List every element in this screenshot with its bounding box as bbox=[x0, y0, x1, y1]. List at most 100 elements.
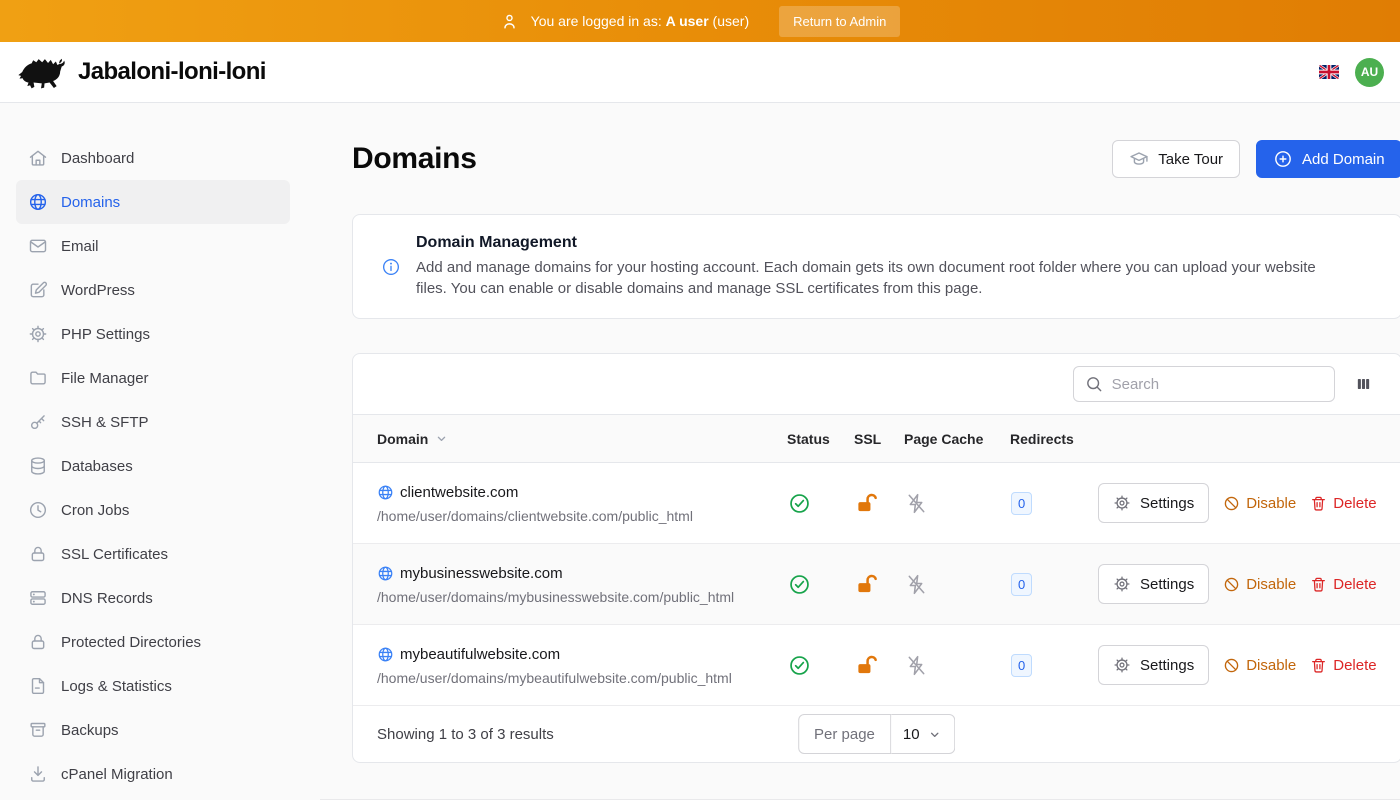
columns-icon bbox=[1355, 376, 1372, 392]
sidebar-item-file-manager[interactable]: File Manager bbox=[16, 356, 290, 400]
per-page-label: Per page bbox=[798, 714, 891, 754]
sidebar-item-label: Backups bbox=[61, 722, 119, 739]
disable-button[interactable]: Disable bbox=[1223, 495, 1296, 512]
ban-icon bbox=[1223, 657, 1240, 674]
domain-document-root: /home/user/domains/mybusinesswebsite.com… bbox=[377, 590, 787, 604]
plus-circle-icon bbox=[1273, 149, 1293, 169]
page-title: Domains bbox=[352, 142, 477, 176]
search-icon bbox=[1084, 374, 1104, 394]
gear-icon bbox=[28, 324, 48, 344]
ssl-unlocked-icon bbox=[855, 654, 879, 677]
sidebar-item-logs-statistics[interactable]: Logs & Statistics bbox=[16, 664, 290, 708]
search-input[interactable] bbox=[1073, 366, 1335, 402]
banner-user-role: (user) bbox=[713, 13, 750, 29]
sidebar-item-wordpress[interactable]: WordPress bbox=[16, 268, 290, 312]
domain-name: mybusinesswebsite.com bbox=[400, 566, 563, 581]
disable-button[interactable]: Disable bbox=[1223, 576, 1296, 593]
sidebar-item-php-settings[interactable]: PHP Settings bbox=[16, 312, 290, 356]
table-footer: Showing 1 to 3 of 3 results Per page 10 bbox=[353, 706, 1400, 762]
brand-title: Jabaloni-loni-loni bbox=[78, 58, 266, 86]
ssl-unlocked-icon bbox=[855, 573, 879, 596]
table-header-row: Domain Status SSL Page Cache Redirects bbox=[353, 414, 1400, 463]
results-summary: Showing 1 to 3 of 3 results bbox=[377, 726, 554, 743]
redirects-count-badge: 0 bbox=[1011, 654, 1032, 677]
return-to-admin-button[interactable]: Return to Admin bbox=[779, 6, 900, 37]
delete-button[interactable]: Delete bbox=[1310, 576, 1376, 593]
edit-icon bbox=[28, 280, 48, 300]
redirects-count-badge: 0 bbox=[1011, 573, 1032, 596]
sidebar-item-backups[interactable]: Backups bbox=[16, 708, 290, 752]
sidebar-item-label: SSL Certificates bbox=[61, 546, 168, 563]
sidebar-item-label: DNS Records bbox=[61, 590, 153, 607]
delete-button[interactable]: Delete bbox=[1310, 657, 1376, 674]
domains-table-card: Domain Status SSL Page Cache Redirects c… bbox=[352, 353, 1400, 763]
domain-globe-icon bbox=[377, 484, 394, 501]
sidebar-item-dashboard[interactable]: Dashboard bbox=[16, 136, 290, 180]
info-box: Domain Management Add and manage domains… bbox=[352, 214, 1400, 319]
sidebar-item-label: File Manager bbox=[61, 370, 149, 387]
sidebar-item-label: Logs & Statistics bbox=[61, 678, 172, 695]
server-icon bbox=[28, 588, 48, 608]
sidebar-item-label: PHP Settings bbox=[61, 326, 150, 343]
brand: Jabaloni-loni-loni bbox=[16, 53, 266, 91]
sidebar-item-label: Databases bbox=[61, 458, 133, 475]
sidebar-item-label: Dashboard bbox=[61, 150, 134, 167]
trash-icon bbox=[1310, 495, 1327, 512]
sidebar-item-email[interactable]: Email bbox=[16, 224, 290, 268]
sidebar-item-label: WordPress bbox=[61, 282, 135, 299]
key-icon bbox=[28, 412, 48, 432]
add-domain-label: Add Domain bbox=[1302, 151, 1385, 168]
sidebar-item-label: Email bbox=[61, 238, 99, 255]
archive-icon bbox=[28, 720, 48, 740]
sidebar-item-cron-jobs[interactable]: Cron Jobs bbox=[16, 488, 290, 532]
info-icon bbox=[381, 257, 401, 277]
globe-icon bbox=[28, 192, 48, 212]
column-header-domain[interactable]: Domain bbox=[377, 431, 787, 447]
sidebar-item-label: Cron Jobs bbox=[61, 502, 129, 519]
sort-chevron-icon bbox=[434, 431, 449, 446]
column-settings-button[interactable] bbox=[1353, 374, 1374, 394]
sidebar-item-protected-directories[interactable]: Protected Directories bbox=[16, 620, 290, 664]
status-enabled-icon bbox=[788, 654, 811, 677]
sidebar-item-ssl-certificates[interactable]: SSL Certificates bbox=[16, 532, 290, 576]
domain-globe-icon bbox=[377, 646, 394, 663]
ban-icon bbox=[1223, 576, 1240, 593]
sidebar-item-ssh-sftp[interactable]: SSH & SFTP bbox=[16, 400, 290, 444]
domain-name: mybeautifulwebsite.com bbox=[400, 647, 560, 662]
settings-button[interactable]: Settings bbox=[1098, 564, 1209, 604]
take-tour-button[interactable]: Take Tour bbox=[1112, 140, 1240, 178]
domain-globe-icon bbox=[377, 565, 394, 582]
sidebar-item-domains[interactable]: Domains bbox=[16, 180, 290, 224]
column-header-status: Status bbox=[787, 431, 854, 447]
delete-button[interactable]: Delete bbox=[1310, 495, 1376, 512]
user-avatar[interactable]: AU bbox=[1355, 58, 1384, 87]
gear-icon bbox=[1113, 575, 1131, 593]
boar-logo-icon bbox=[16, 53, 66, 91]
graduation-cap-icon bbox=[1129, 149, 1149, 169]
column-header-redirects: Redirects bbox=[1010, 431, 1098, 447]
language-flag-icon[interactable] bbox=[1319, 65, 1339, 79]
document-icon bbox=[28, 676, 48, 696]
database-icon bbox=[28, 456, 48, 476]
main-content: Domains Take Tour Add Domain bbox=[320, 103, 1400, 800]
home-icon bbox=[28, 148, 48, 168]
settings-button[interactable]: Settings bbox=[1098, 645, 1209, 685]
download-icon bbox=[28, 764, 48, 784]
redirects-count-badge: 0 bbox=[1011, 492, 1032, 515]
info-box-description: Add and manage domains for your hosting … bbox=[416, 257, 1341, 299]
app-header: Jabaloni-loni-loni AU bbox=[0, 42, 1400, 103]
gear-icon bbox=[1113, 656, 1131, 674]
add-domain-button[interactable]: Add Domain bbox=[1256, 140, 1400, 178]
sidebar-item-databases[interactable]: Databases bbox=[16, 444, 290, 488]
settings-button[interactable]: Settings bbox=[1098, 483, 1209, 523]
domain-row-mybeautifulwebsite-com: mybeautifulwebsite.com /home/user/domain… bbox=[353, 625, 1400, 706]
table-body: clientwebsite.com /home/user/domains/cli… bbox=[353, 463, 1400, 706]
disable-button[interactable]: Disable bbox=[1223, 657, 1296, 674]
sidebar-item-cpanel-migration[interactable]: cPanel Migration bbox=[16, 752, 290, 796]
status-enabled-icon bbox=[788, 492, 811, 515]
per-page-select[interactable]: 10 bbox=[891, 714, 956, 754]
clock-icon bbox=[28, 500, 48, 520]
sidebar-item-label: Domains bbox=[61, 194, 120, 211]
page-cache-off-icon bbox=[905, 492, 928, 515]
sidebar-item-dns-records[interactable]: DNS Records bbox=[16, 576, 290, 620]
